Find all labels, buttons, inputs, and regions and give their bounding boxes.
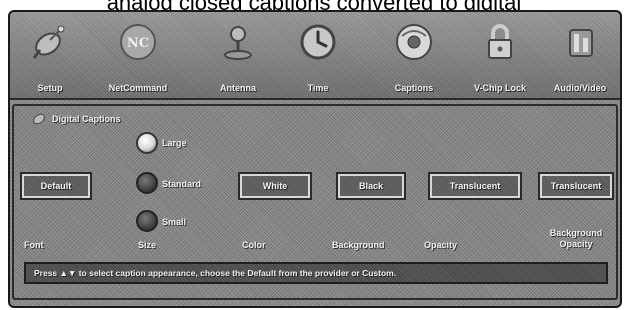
digital-captions-panel: Digital Captions Default Font Large Stan…: [12, 104, 618, 300]
opacity-label: Opacity: [424, 240, 458, 250]
menu-label-audio-video: Audio/Video: [553, 83, 607, 93]
color-label: Color: [242, 240, 266, 250]
menu-item-setup[interactable]: Setup: [10, 12, 90, 100]
font-select[interactable]: Default: [20, 172, 92, 200]
size-radio-large[interactable]: [136, 132, 158, 154]
menu-label-vchip-lock: V-Chip Lock: [473, 83, 526, 93]
menu-label-time: Time: [307, 83, 329, 93]
font-select-value: Default: [40, 181, 72, 191]
netcommand-logo-icon: NC: [118, 22, 158, 62]
menu-item-vchip-lock[interactable]: V-Chip Lock: [454, 12, 546, 100]
main-menu-bar: Setup NC NetCommand Antenna Time Caption…: [10, 12, 620, 100]
satellite-dish-icon: [30, 22, 70, 62]
menu-item-time[interactable]: Time: [278, 12, 358, 100]
background-opacity-select[interactable]: Translucent: [538, 172, 614, 200]
opacity-select-value: Translucent: [449, 181, 501, 191]
help-bar: Press ▲▼ to select caption appearance, c…: [24, 262, 608, 284]
menu-label-antenna: Antenna: [220, 83, 256, 93]
menu-item-antenna[interactable]: Antenna: [192, 12, 284, 100]
captions-disc-icon: [394, 22, 434, 62]
background-select[interactable]: Black: [336, 172, 406, 200]
size-label-small: Small: [162, 217, 187, 227]
menu-label-netcommand: NetCommand: [108, 83, 168, 93]
size-label-large: Large: [162, 138, 187, 148]
size-radio-standard[interactable]: [136, 172, 158, 194]
menu-item-captions[interactable]: Captions: [374, 12, 454, 100]
menu-item-audio-video[interactable]: Audio/Video: [540, 12, 620, 100]
panel-title: Digital Captions: [32, 112, 121, 126]
menu-item-netcommand[interactable]: NC NetCommand: [88, 12, 188, 100]
background-label: Background: [332, 240, 385, 250]
font-label: Font: [24, 240, 44, 250]
help-text: Press ▲▼ to select caption appearance, c…: [34, 268, 397, 278]
antenna-icon: [218, 22, 258, 62]
captions-small-icon: [33, 113, 45, 125]
size-radio-small[interactable]: [136, 210, 158, 232]
audio-video-icon: [560, 22, 600, 62]
menu-label-setup: Setup: [37, 83, 63, 93]
panel-title-text: Digital Captions: [52, 114, 121, 124]
size-label-standard: Standard: [162, 179, 202, 189]
color-select-value: White: [262, 181, 288, 191]
background-opacity-select-value: Translucent: [550, 181, 602, 191]
clock-icon: [298, 22, 338, 62]
size-label: Size: [138, 240, 157, 250]
background-opacity-label: Background Opacity: [549, 228, 603, 249]
padlock-icon: [480, 22, 520, 62]
svg-text:NC: NC: [127, 36, 149, 51]
menu-label-captions: Captions: [394, 83, 434, 93]
color-select[interactable]: White: [238, 172, 312, 200]
opacity-select[interactable]: Translucent: [428, 172, 522, 200]
background-select-value: Black: [358, 181, 384, 191]
